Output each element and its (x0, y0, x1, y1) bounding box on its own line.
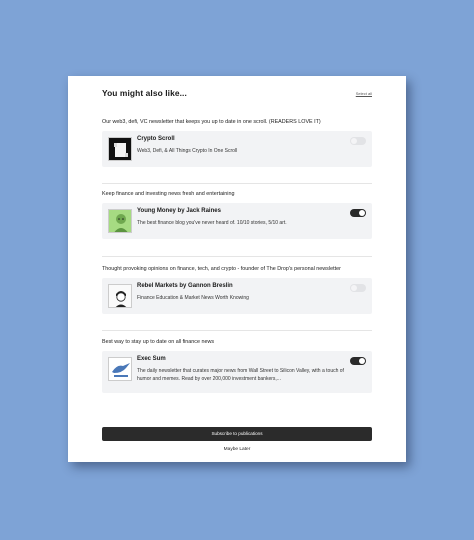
publication-tagline: The daily newsletter that curates major … (137, 368, 344, 382)
publication-tagline: Web3, Defi, & All Things Crypto In One S… (137, 148, 238, 154)
publication-card[interactable]: Young Money by Jack Raines The best fina… (102, 203, 372, 239)
subscribe-button[interactable]: Subscribe to publications (102, 427, 372, 441)
recommendation-section: Best way to stay up to date on all finan… (102, 338, 372, 393)
publication-card[interactable]: Crypto Scroll Web3, Defi, & All Things C… (102, 131, 372, 167)
subscribe-toggle[interactable] (350, 357, 366, 365)
publication-name: Crypto Scroll (137, 136, 175, 142)
publication-tagline: The best finance blog you've never heard… (137, 220, 287, 226)
publication-card[interactable]: Exec Sum The daily newsletter that curat… (102, 351, 372, 393)
recommendation-section: Thought provoking opinions on finance, t… (102, 265, 372, 314)
avatar-logo-icon (108, 284, 132, 308)
publication-name: Rebel Markets by Gannon Breslin (137, 283, 233, 289)
publication-tagline: Finance Education & Market News Worth Kn… (137, 295, 249, 301)
maybe-later-link[interactable]: Maybe Later (68, 447, 406, 452)
section-divider (102, 256, 372, 257)
select-all-link[interactable]: Select all (356, 91, 372, 96)
recommendation-section: Keep finance and investing news fresh an… (102, 190, 372, 239)
section-divider (102, 183, 372, 184)
recommendation-section: Our web3, defi, VC newsletter that keeps… (102, 118, 372, 167)
section-description: Thought provoking opinions on finance, t… (102, 266, 341, 272)
subscribe-toggle[interactable] (350, 284, 366, 292)
publication-name: Young Money by Jack Raines (137, 208, 221, 214)
section-divider (102, 330, 372, 331)
publication-card[interactable]: Rebel Markets by Gannon Breslin Finance … (102, 278, 372, 314)
recommendations-modal: You might also like... Select all Our we… (68, 76, 406, 462)
modal-header: You might also like... Select all (102, 88, 372, 104)
publication-name: Exec Sum (137, 356, 166, 362)
portrait-logo-icon (108, 209, 132, 233)
section-description: Best way to stay up to date on all finan… (102, 339, 215, 345)
subscribe-toggle[interactable] (350, 137, 366, 145)
scroll-logo-icon (108, 137, 132, 161)
section-description: Keep finance and investing news fresh an… (102, 191, 235, 197)
exec-sum-logo-icon (108, 357, 132, 381)
subscribe-toggle[interactable] (350, 209, 366, 217)
section-description: Our web3, defi, VC newsletter that keeps… (102, 119, 321, 125)
modal-title: You might also like... (102, 88, 187, 98)
